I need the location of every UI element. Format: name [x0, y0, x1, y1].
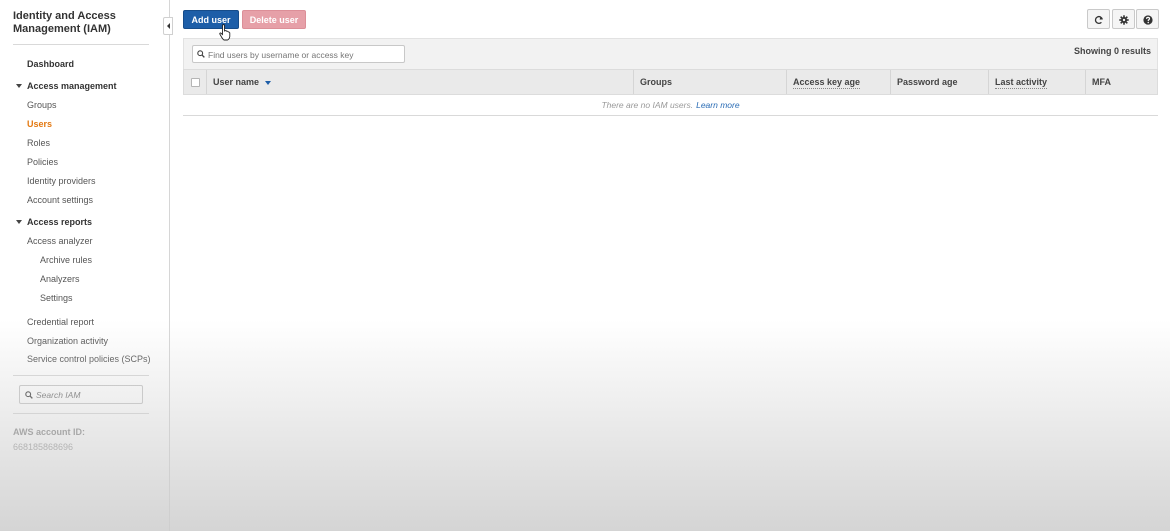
column-header-groups[interactable]: Groups [633, 70, 786, 94]
table-filter-bar: Showing 0 results [183, 38, 1158, 69]
sidebar-item-users[interactable]: Users [27, 119, 52, 129]
account-id-value: 668185868696 [13, 442, 74, 452]
sidebar-item-organization-activity[interactable]: Organization activity [27, 336, 108, 346]
caret-down-icon[interactable] [16, 220, 22, 224]
account-id-label: AWS account ID: [13, 427, 86, 437]
select-all-cell [184, 70, 206, 94]
collapse-sidebar-icon[interactable] [163, 17, 173, 35]
sidebar-item-policies[interactable]: Policies [27, 157, 58, 167]
column-header-access-key-age[interactable]: Access key age [786, 70, 890, 94]
search-iam-input[interactable] [36, 389, 136, 401]
sidebar-item-settings[interactable]: Settings [40, 293, 73, 303]
column-label: MFA [1092, 77, 1111, 87]
column-header-password-age[interactable]: Password age [890, 70, 988, 94]
sidebar-item-identity-providers[interactable]: Identity providers [27, 176, 96, 186]
user-search-box[interactable] [192, 45, 405, 63]
sidebar-item-analyzers[interactable]: Analyzers [40, 274, 80, 284]
divider [13, 413, 149, 414]
gear-icon [1119, 15, 1129, 25]
learn-more-link[interactable]: Learn more [696, 100, 739, 110]
empty-table-message: There are no IAM users. Learn more [183, 95, 1158, 116]
sidebar-section-access-reports[interactable]: Access reports [27, 217, 92, 227]
sidebar-item-dashboard[interactable]: Dashboard [27, 59, 74, 69]
column-header-last-activity[interactable]: Last activity [988, 70, 1085, 94]
results-count: Showing 0 results [1073, 46, 1151, 56]
sidebar-item-scps[interactable]: Service control policies (SCPs) [27, 354, 151, 364]
column-label: Password age [897, 77, 958, 87]
search-icon [197, 50, 205, 58]
delete-user-button[interactable]: Delete user [242, 10, 306, 29]
search-icon [25, 391, 33, 399]
refresh-icon [1094, 15, 1103, 25]
sidebar: Identity and Access Management (IAM) Das… [0, 0, 170, 531]
select-all-checkbox[interactable] [191, 78, 200, 87]
column-header-user-name[interactable]: User name [206, 70, 633, 94]
empty-message-text: There are no IAM users. [601, 100, 694, 110]
refresh-button[interactable] [1087, 9, 1110, 29]
table-header: User name Groups Access key age Password… [183, 69, 1158, 95]
sort-descending-icon[interactable] [265, 80, 272, 85]
column-label: Access key age [793, 77, 861, 89]
user-search-input[interactable] [208, 49, 398, 60]
column-label: Groups [640, 77, 673, 87]
background-fade [0, 320, 1170, 531]
sidebar-item-access-analyzer[interactable]: Access analyzer [27, 236, 93, 246]
sidebar-section-access-management[interactable]: Access management [27, 81, 117, 91]
divider [13, 375, 149, 376]
sidebar-item-credential-report[interactable]: Credential report [27, 317, 94, 327]
sidebar-item-archive-rules[interactable]: Archive rules [40, 255, 92, 265]
divider [13, 44, 149, 45]
help-button[interactable] [1136, 9, 1159, 29]
column-label: User name [213, 77, 260, 87]
caret-down-icon[interactable] [16, 84, 22, 88]
column-label: Last activity [995, 77, 1048, 89]
sidebar-item-account-settings[interactable]: Account settings [27, 195, 93, 205]
hand-pointer-icon [219, 24, 231, 41]
sidebar-item-roles[interactable]: Roles [27, 138, 50, 148]
search-iam-box[interactable] [19, 385, 143, 404]
help-icon [1143, 15, 1153, 25]
column-header-mfa[interactable]: MFA [1085, 70, 1157, 94]
sidebar-title: Identity and Access Management (IAM) [13, 10, 116, 35]
sidebar-item-groups[interactable]: Groups [27, 100, 57, 110]
settings-button[interactable] [1112, 9, 1135, 29]
